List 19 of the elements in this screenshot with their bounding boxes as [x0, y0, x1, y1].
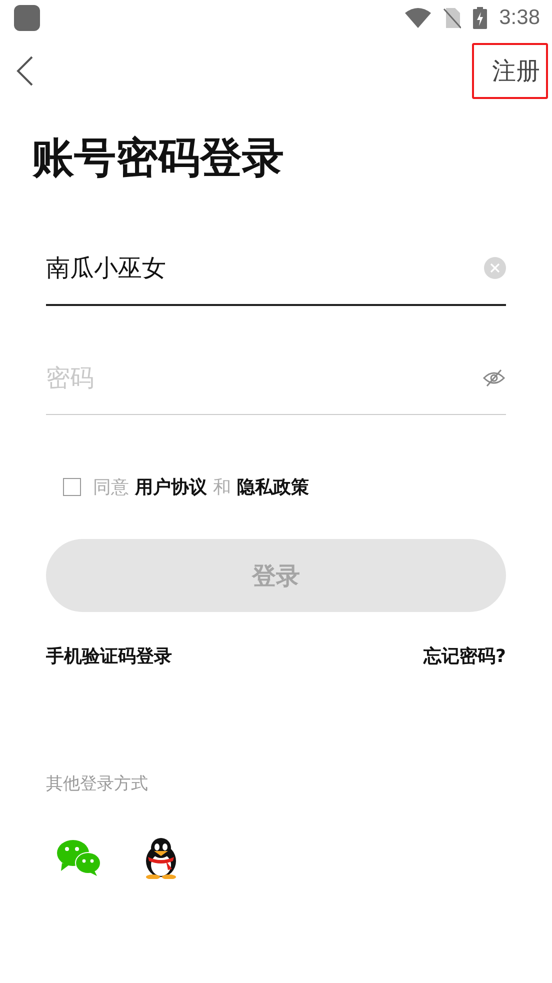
- forgot-password-link[interactable]: 忘记密码?: [424, 644, 506, 668]
- chat-bubbles-icon[interactable]: [56, 839, 102, 877]
- notification-icon: [14, 5, 40, 31]
- agreement-link[interactable]: 用户协议: [135, 475, 207, 499]
- battery-icon: [473, 7, 488, 29]
- register-button[interactable]: 注册: [472, 43, 548, 99]
- agreement-link[interactable]: 隐私政策: [237, 475, 309, 499]
- status-time: 3:38: [499, 6, 540, 30]
- sms-login-link[interactable]: 手机验证码登录: [46, 644, 172, 668]
- username-field[interactable]: 南瓜小巫女: [46, 254, 406, 282]
- page-title: 账号密码登录: [32, 132, 285, 184]
- back-icon[interactable]: [16, 56, 34, 86]
- no-sim-icon: [443, 7, 462, 29]
- agreement-text: 同意: [93, 476, 129, 499]
- eye-off-icon[interactable]: [482, 369, 506, 387]
- other-login-label: 其他登录方式: [46, 773, 149, 795]
- wifi-icon: [405, 8, 432, 28]
- agree-checkbox[interactable]: [63, 478, 81, 496]
- agreement-text: 和: [213, 476, 231, 499]
